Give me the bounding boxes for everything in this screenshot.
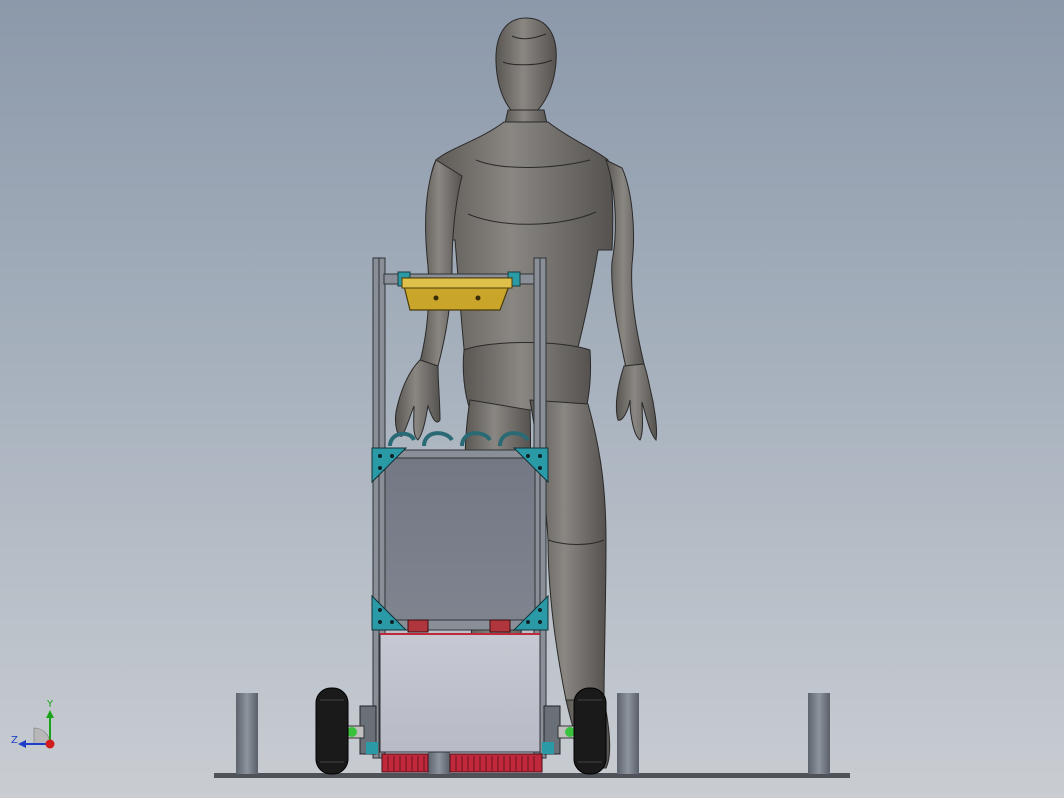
z-axis-arrow-icon <box>18 740 26 748</box>
y-axis-arrow-icon <box>46 710 54 718</box>
brush-left <box>381 753 429 773</box>
ground-plate <box>214 773 850 778</box>
wheel-right <box>557 687 607 775</box>
post-right-outer <box>808 693 830 774</box>
cad-viewport[interactable]: Y Z <box>0 0 1064 798</box>
x-axis-dot-icon <box>45 739 55 749</box>
lower-panel <box>379 633 541 753</box>
orientation-triad[interactable]: Y Z <box>8 696 68 756</box>
wheel-left <box>315 687 365 775</box>
post-left-outer <box>236 693 258 774</box>
post-center-right <box>617 693 639 774</box>
upper-panel <box>384 455 536 627</box>
y-axis-label: Y <box>46 699 54 710</box>
post-center-left <box>428 750 450 774</box>
z-axis-label: Z <box>11 735 18 746</box>
model-scene[interactable] <box>0 0 1064 798</box>
